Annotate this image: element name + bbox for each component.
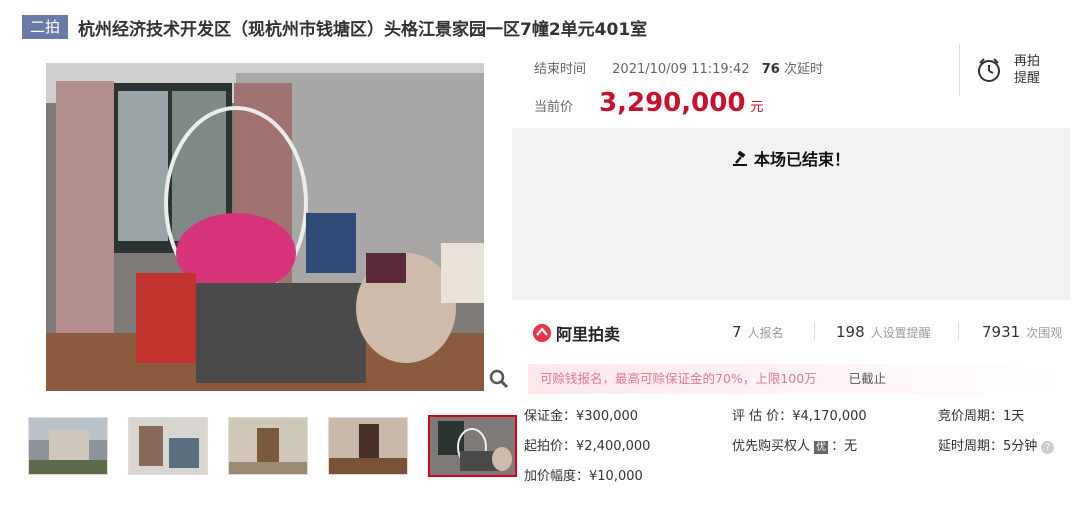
notice-text: 可赊钱报名，最高可赊保证金的70%，上限100万: [540, 371, 817, 386]
bidding-cycle: 竞价周期：1天: [938, 409, 1025, 424]
ended-text: 本场已结束！: [753, 150, 850, 169]
delay-cycle: 延时周期：5分钟?: [938, 435, 1055, 454]
priority-value: ：无: [831, 439, 858, 454]
thumbnail-strip: [28, 415, 517, 477]
current-price-row: 当前价 3,290,000 元: [534, 88, 763, 118]
auction-round-tag: 二拍: [22, 15, 69, 39]
re-auction-remind-button[interactable]: 再拍 提醒: [959, 44, 1056, 96]
title-bar: 二拍 杭州经济技术开发区（现杭州市钱塘区）头格江景家园一区7幢2单元401室: [22, 14, 647, 40]
view-count: 7931 次围观: [982, 323, 1062, 341]
auction-stats-bar: 阿里拍卖 7 人报名 198 人设置提醒 7931 次围观: [512, 300, 1070, 362]
auction-info-panel: 结束时间 2021/10/09 11:19:42 76 次延时 当前价 3,29…: [512, 44, 1070, 300]
signup-num: 7: [732, 323, 742, 341]
current-price: 3,290,000: [599, 88, 746, 118]
currency-unit: 元: [750, 100, 764, 115]
ali-auction-logo-icon: [533, 324, 551, 342]
starting-price: 起拍价：¥2,400,000: [524, 439, 651, 454]
notice-status: 已截止: [848, 371, 887, 386]
alarm-clock-icon: [977, 58, 1000, 82]
delay-text: 延时周期：5分钟: [938, 439, 1038, 454]
price-label: 当前价: [534, 100, 574, 115]
time-price-box: 结束时间 2021/10/09 11:19:42 76 次延时 当前价 3,29…: [512, 44, 1070, 128]
main-photo[interactable]: [46, 63, 484, 391]
thumbnail-3[interactable]: [228, 417, 308, 475]
view-num: 7931: [982, 323, 1021, 341]
reminder-label: 人设置提醒: [870, 326, 931, 340]
signup-label: 人报名: [747, 326, 784, 340]
thumbnail-1[interactable]: [28, 417, 108, 475]
zoom-icon[interactable]: [488, 368, 510, 390]
deposit: 保证金：¥300,000: [524, 409, 639, 424]
priority-label: 优先购买权人: [732, 439, 811, 454]
logo-text: 阿里拍卖: [556, 325, 621, 344]
end-time-label: 结束时间: [534, 62, 587, 77]
remind-line1: 再拍: [1013, 54, 1040, 69]
view-label: 次围观: [1026, 326, 1063, 340]
thumbnail-5-selected[interactable]: [428, 415, 517, 477]
signup-count: 7 人报名: [732, 323, 784, 341]
reminder-num: 198: [836, 323, 865, 341]
extend-count: 76: [761, 62, 780, 77]
page-title: 杭州经济技术开发区（现杭州市钱塘区）头格江景家园一区7幢2单元401室: [78, 19, 648, 40]
auction-ended-area: 本场已结束！: [512, 128, 1070, 300]
ali-auction-logo: 阿里拍卖: [532, 321, 620, 345]
auction-ended-message: 本场已结束！: [512, 146, 1070, 170]
help-icon[interactable]: ?: [1041, 441, 1055, 454]
gavel-icon: [732, 150, 747, 166]
credit-signup-notice: 可赊钱报名，最高可赊保证金的70%，上限100万 已截止: [528, 364, 1068, 394]
extend-label: 次延时: [783, 62, 823, 77]
thumbnail-2[interactable]: [128, 417, 208, 475]
priority-badge-icon: 优: [814, 441, 829, 454]
reminder-count: 198 人设置提醒: [836, 323, 931, 341]
priority-buyer: 优先购买权人 优：无: [732, 435, 857, 454]
end-time-value: 2021/10/09 11:19:42: [612, 62, 750, 77]
bid-increment: 加价幅度：¥10,000: [524, 469, 643, 484]
thumbnail-4[interactable]: [328, 417, 408, 475]
end-time-row: 结束时间 2021/10/09 11:19:42 76 次延时: [534, 58, 823, 77]
divider: [958, 322, 959, 340]
divider: [814, 322, 815, 340]
appraisal-price: 评 估 价：¥4,170,000: [732, 409, 867, 424]
remind-line2: 提醒: [1013, 71, 1040, 86]
